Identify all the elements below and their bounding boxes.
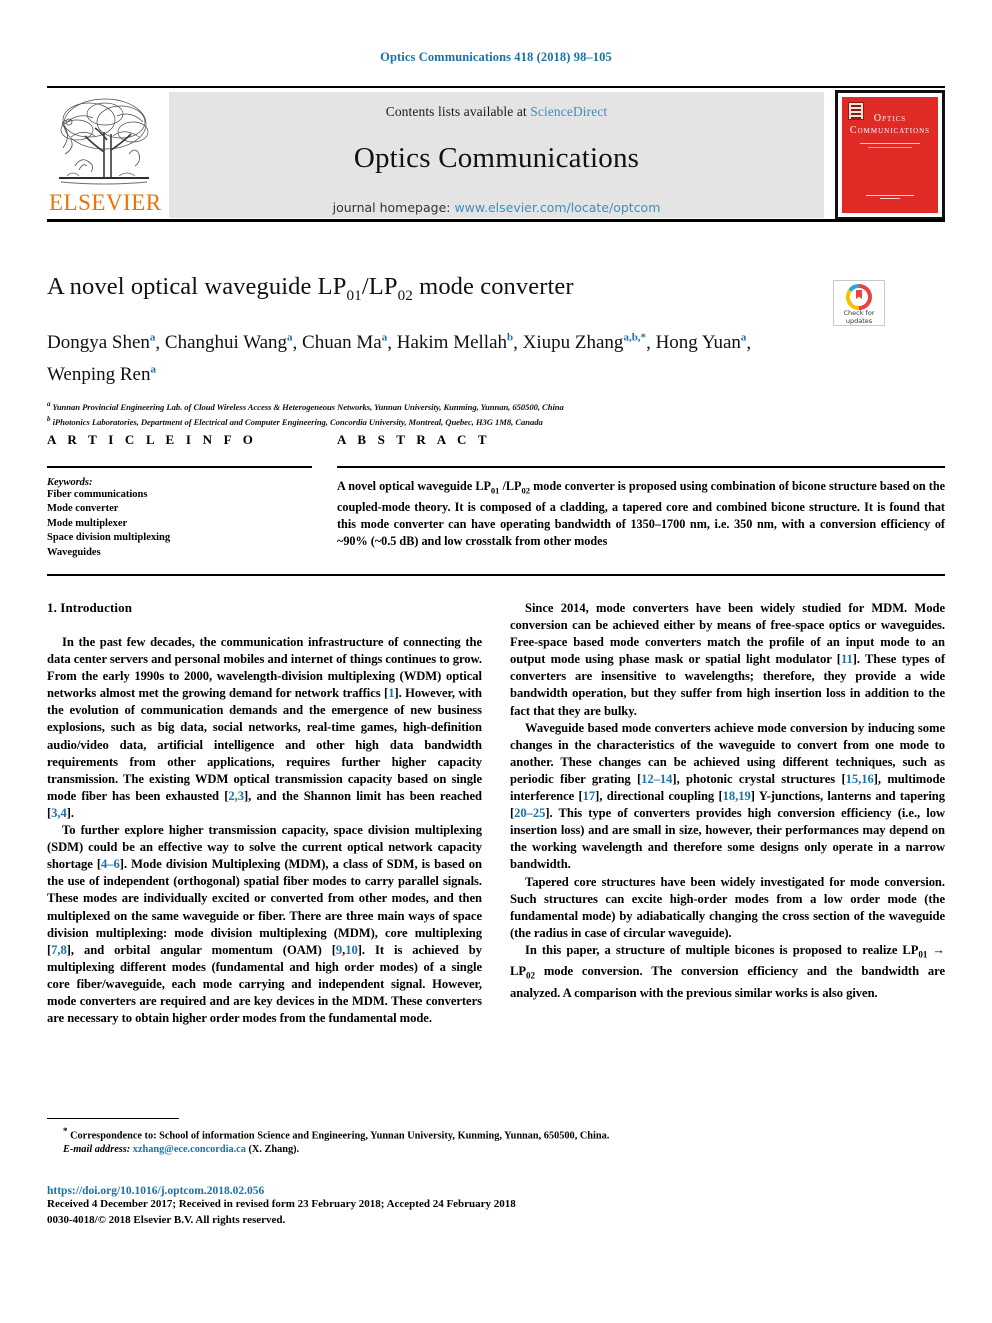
- journal-title: Optics Communications: [353, 142, 640, 174]
- homepage-prefix: journal homepage:: [332, 200, 451, 215]
- publication-dates: Received 4 December 2017; Received in re…: [47, 1198, 516, 1210]
- journal-cover-divider-2: [868, 147, 912, 148]
- keyword-item: Mode converter: [47, 503, 119, 514]
- paragraph: In this paper, a structure of multiple b…: [510, 942, 945, 1001]
- elsevier-wordmark: ELSEVIER: [49, 190, 162, 215]
- journal-homepage-link[interactable]: www.elsevier.com/locate/optcom: [454, 200, 660, 215]
- publication-info: https://doi.org/10.1016/j.optcom.2018.02…: [47, 1185, 747, 1228]
- author-item[interactable]: Chuan Maa: [302, 332, 387, 353]
- page-title: A novel optical waveguide LP01/LP02 mode…: [47, 273, 574, 304]
- title-block: A novel optical waveguide LP01/LP02 mode…: [47, 272, 817, 428]
- keyword-item: Mode multiplexer: [47, 517, 128, 529]
- affiliation-b: b iPhotonics Laboratories, Department of…: [47, 414, 543, 427]
- contents-prefix: Contents lists available at: [385, 104, 527, 119]
- running-head: Optics Communications 418 (2018) 98–105: [380, 50, 612, 64]
- author-item[interactable]: Hong Yuana: [656, 332, 747, 353]
- author-item[interactable]: Dongya Shena: [47, 332, 155, 353]
- body-columns: 1. Introduction In the past few decades,…: [47, 600, 945, 1027]
- journal-cover-inner: Optics Communications: [841, 96, 939, 214]
- section-heading-introduction: 1. Introduction: [47, 600, 133, 615]
- journal-band: Contents lists available at ScienceDirec…: [169, 92, 824, 218]
- author-item[interactable]: Wenping Rena: [47, 363, 156, 384]
- info-abstract-block: A R T I C L E I N F O Keywords: Fiber co…: [47, 432, 945, 576]
- keyword-item: Waveguides: [47, 546, 101, 558]
- body-column-left: 1. Introduction In the past few decades,…: [47, 600, 482, 1027]
- affiliation-a: a Yunnan Provincial Engineering Lab. of …: [47, 399, 564, 412]
- paragraph: To further explore higher transmission c…: [47, 823, 482, 1026]
- journal-cover-footer: [866, 193, 914, 201]
- elsevier-logo: ELSEVIER: [49, 92, 162, 220]
- keyword-item: Fiber communications: [47, 488, 148, 500]
- footnote-block: * Correspondence to: School of informati…: [47, 1118, 747, 1157]
- crossmark-icon: [845, 284, 872, 311]
- keywords-list: Fiber communications Mode converter Mode…: [47, 488, 312, 561]
- author-item[interactable]: Hakim Mellahb: [397, 332, 513, 353]
- author-item-corresponding[interactable]: Xiupu Zhanga,b,*: [523, 332, 646, 353]
- article-info-column: A R T I C L E I N F O Keywords: Fiber co…: [47, 432, 312, 560]
- abstract-text: A novel optical waveguide LP01 /LP02 mod…: [337, 478, 946, 548]
- abstract-heading: A B S T R A C T: [337, 432, 491, 447]
- author-list: Dongya Shena, Changhui Wanga, Chuan Maa,…: [47, 331, 752, 385]
- email-label: E-mail address:: [63, 1144, 131, 1156]
- article-info-heading: A R T I C L E I N F O: [47, 432, 258, 447]
- paragraph: In the past few decades, the communicati…: [47, 635, 483, 820]
- affiliation-list: a Yunnan Provincial Engineering Lab. of …: [47, 398, 817, 429]
- correspondence-note: * Correspondence to: School of informati…: [63, 1126, 610, 1142]
- crossmark-label: Check for updates: [843, 309, 875, 325]
- paragraph: Tapered core structures have been widely…: [510, 874, 945, 940]
- copyright-line: 0030-4018/© 2018 Elsevier B.V. All right…: [47, 1213, 286, 1226]
- body-column-right: Since 2014, mode converters have been wi…: [510, 600, 945, 1027]
- sciencedirect-link[interactable]: ScienceDirect: [530, 104, 607, 119]
- journal-cover-thumbnail: Optics Communications: [835, 90, 945, 220]
- article-info-rule: [47, 466, 312, 468]
- paper-page: Optics Communications 418 (2018) 98–105: [0, 0, 992, 1323]
- paragraph: Since 2014, mode converters have been wi…: [510, 601, 945, 718]
- journal-masthead: ELSEVIER Contents lists available at Sci…: [47, 86, 945, 222]
- keyword-item: Space division multiplexing: [47, 532, 171, 543]
- email-owner: (X. Zhang).: [248, 1144, 300, 1156]
- journal-cover-title: Optics Communications: [849, 113, 931, 136]
- journal-cover-divider: [860, 143, 920, 144]
- crossmark-badge[interactable]: Check for updates: [833, 280, 885, 326]
- author-item[interactable]: Changhui Wanga: [165, 332, 293, 353]
- masthead-top-rule: [47, 86, 945, 88]
- doi-link[interactable]: https://doi.org/10.1016/j.optcom.2018.02…: [47, 1185, 747, 1197]
- abstract-rule: [337, 466, 945, 468]
- elsevier-tree-icon: [49, 92, 159, 190]
- paragraph: Waveguide based mode converters achieve …: [510, 720, 945, 872]
- journal-homepage-line: journal homepage: www.elsevier.com/locat…: [169, 200, 824, 215]
- contents-available-line: Contents lists available at ScienceDirec…: [169, 92, 824, 120]
- keywords-label: Keywords:: [47, 476, 93, 488]
- email-link[interactable]: xzhang@ece.concordia.ca: [133, 1144, 246, 1155]
- info-abstract-bottom-rule: [47, 574, 945, 576]
- abstract-column: A B S T R A C T A novel optical waveguid…: [337, 432, 945, 560]
- masthead-bottom-rule: [47, 219, 945, 222]
- email-note: E-mail address: xzhang@ece.concordia.ca …: [47, 1143, 747, 1157]
- footnote-rule: [47, 1118, 179, 1119]
- correspondence-star: *: [63, 1126, 68, 1136]
